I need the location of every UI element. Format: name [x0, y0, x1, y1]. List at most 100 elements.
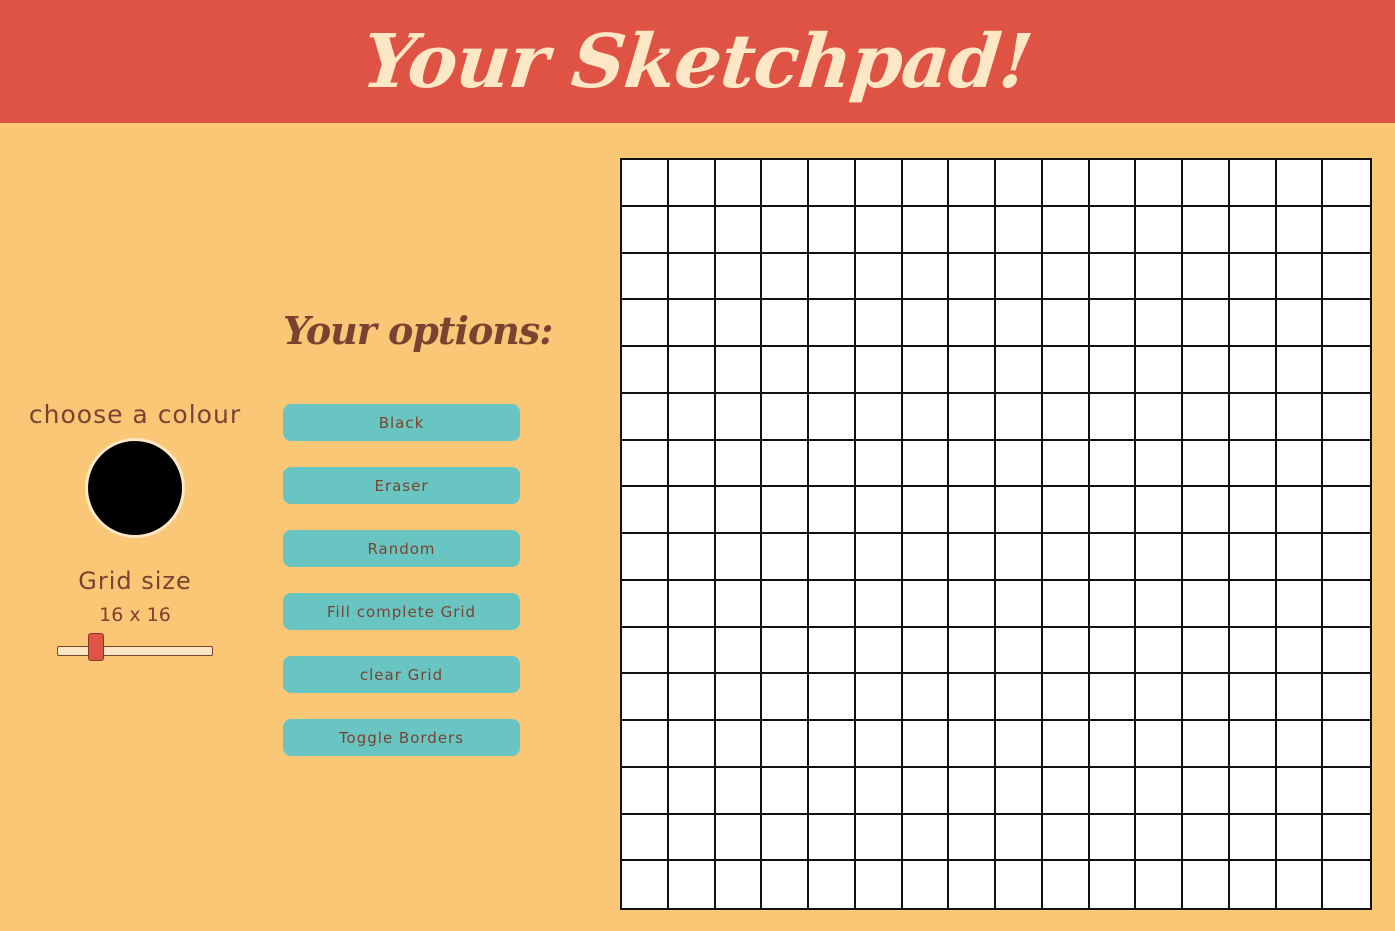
grid-cell[interactable] [809, 674, 856, 721]
grid-cell[interactable] [622, 861, 669, 908]
grid-cell[interactable] [668, 580, 716, 628]
grid-cell[interactable] [762, 300, 809, 347]
grid-cell[interactable] [1042, 253, 1090, 301]
grid-cell[interactable] [996, 674, 1043, 721]
grid-cell[interactable] [1183, 580, 1230, 628]
grid-cell[interactable] [902, 534, 950, 581]
grid-cell[interactable] [809, 347, 856, 394]
grid-cell[interactable] [1136, 253, 1183, 301]
grid-cell[interactable] [1323, 206, 1370, 254]
grid-cell[interactable] [622, 487, 669, 534]
grid-cell[interactable] [996, 300, 1043, 347]
grid-cell[interactable] [668, 206, 716, 254]
grid-cell[interactable] [715, 767, 763, 815]
grid-cell[interactable] [1229, 393, 1277, 441]
grid-cell[interactable] [1323, 253, 1370, 301]
grid-cell[interactable] [809, 440, 856, 488]
grid-cell[interactable] [668, 487, 716, 534]
grid-cell[interactable] [949, 674, 996, 721]
grid-cell[interactable] [1276, 300, 1324, 347]
grid-cell[interactable] [1042, 861, 1090, 908]
grid-cell[interactable] [855, 393, 903, 441]
grid-cell[interactable] [1089, 721, 1137, 768]
grid-cell[interactable] [1276, 721, 1324, 768]
grid-cell[interactable] [622, 253, 669, 301]
grid-cell[interactable] [715, 440, 763, 488]
grid-cell[interactable] [855, 580, 903, 628]
grid-cell[interactable] [1042, 440, 1090, 488]
grid-cell[interactable] [1323, 440, 1370, 488]
grid-cell[interactable] [996, 627, 1043, 675]
sketchpad-grid[interactable] [620, 158, 1372, 910]
grid-cell[interactable] [1276, 534, 1324, 581]
grid-cell[interactable] [1042, 534, 1090, 581]
grid-cell[interactable] [855, 487, 903, 534]
grid-cell[interactable] [762, 440, 809, 488]
grid-cell[interactable] [715, 206, 763, 254]
grid-cell[interactable] [1042, 767, 1090, 815]
grid-cell[interactable] [668, 300, 716, 347]
grid-cell[interactable] [1183, 300, 1230, 347]
grid-cell[interactable] [996, 206, 1043, 254]
grid-cell[interactable] [855, 440, 903, 488]
grid-cell[interactable] [622, 814, 669, 862]
grid-cell[interactable] [1136, 861, 1183, 908]
grid-cell[interactable] [996, 347, 1043, 394]
grid-cell[interactable] [809, 580, 856, 628]
grid-cell[interactable] [762, 253, 809, 301]
grid-cell[interactable] [1276, 767, 1324, 815]
grid-cell[interactable] [996, 767, 1043, 815]
grid-cell[interactable] [1276, 487, 1324, 534]
grid-cell[interactable] [902, 580, 950, 628]
grid-cell[interactable] [668, 627, 716, 675]
grid-cell[interactable] [949, 814, 996, 862]
grid-cell[interactable] [762, 393, 809, 441]
grid-cell[interactable] [668, 347, 716, 394]
grid-cell[interactable] [1229, 206, 1277, 254]
grid-cell[interactable] [809, 300, 856, 347]
grid-cell[interactable] [809, 721, 856, 768]
grid-cell[interactable] [1136, 814, 1183, 862]
grid-cell[interactable] [668, 861, 716, 908]
grid-cell[interactable] [902, 253, 950, 301]
grid-cell[interactable] [1276, 627, 1324, 675]
grid-cell[interactable] [1042, 393, 1090, 441]
grid-cell[interactable] [715, 627, 763, 675]
grid-cell[interactable] [1323, 580, 1370, 628]
grid-cell[interactable] [902, 861, 950, 908]
grid-cell[interactable] [715, 721, 763, 768]
grid-cell[interactable] [622, 580, 669, 628]
grid-cell[interactable] [1323, 861, 1370, 908]
grid-cell[interactable] [1136, 393, 1183, 441]
grid-cell[interactable] [715, 861, 763, 908]
grid-cell[interactable] [715, 580, 763, 628]
grid-cell[interactable] [949, 767, 996, 815]
grid-cell[interactable] [1183, 487, 1230, 534]
grid-cell[interactable] [622, 347, 669, 394]
grid-cell[interactable] [855, 721, 903, 768]
grid-cell[interactable] [1089, 580, 1137, 628]
grid-cell[interactable] [715, 487, 763, 534]
grid-cell[interactable] [1042, 674, 1090, 721]
grid-cell[interactable] [1276, 814, 1324, 862]
grid-cell[interactable] [996, 534, 1043, 581]
grid-cell[interactable] [668, 767, 716, 815]
grid-cell[interactable] [949, 534, 996, 581]
grid-cell[interactable] [1323, 674, 1370, 721]
grid-cell[interactable] [1089, 440, 1137, 488]
grid-cell[interactable] [1323, 393, 1370, 441]
grid-cell[interactable] [622, 721, 669, 768]
clear-grid-button[interactable]: clear Grid [283, 656, 520, 693]
grid-cell[interactable] [622, 767, 669, 815]
grid-cell[interactable] [949, 487, 996, 534]
grid-cell[interactable] [1042, 487, 1090, 534]
grid-cell[interactable] [809, 393, 856, 441]
grid-cell[interactable] [715, 674, 763, 721]
grid-cell[interactable] [1229, 627, 1277, 675]
grid-cell[interactable] [1089, 861, 1137, 908]
grid-cell[interactable] [996, 814, 1043, 862]
grid-cell[interactable] [902, 393, 950, 441]
grid-cell[interactable] [1276, 206, 1324, 254]
grid-cell[interactable] [902, 627, 950, 675]
grid-cell[interactable] [809, 627, 856, 675]
